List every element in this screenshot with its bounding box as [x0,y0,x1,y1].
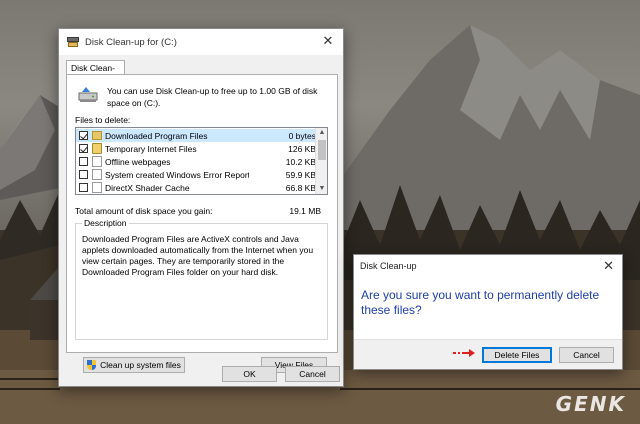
folder-icon [92,131,102,140]
description-legend: Description [82,218,129,228]
list-item[interactable]: Temporary Internet Files 126 KB [76,142,316,155]
files-to-delete-label: Files to delete: [75,115,131,125]
disk-cleanup-icon [67,37,79,47]
close-icon[interactable]: ✕ [603,258,614,274]
window-title: Disk Clean-up for (C:) [85,36,177,48]
cancel-button[interactable]: Cancel [285,366,340,382]
watermark-logo: GENK [555,392,626,416]
webpage-icon [92,156,102,167]
title-bar[interactable]: Disk Clean-up for (C:) ✕ [59,29,343,55]
confirm-dialog: Disk Clean-up ✕ Are you sure you want to… [353,254,623,370]
dialog-title: Disk Clean-up [360,261,417,271]
description-group: Description Downloaded Program Files are… [75,218,328,340]
close-icon[interactable]: ✕ [321,34,335,49]
list-item[interactable]: Offline webpages 10.2 KB [76,155,316,168]
ok-button[interactable]: OK [222,366,277,382]
dialog-footer: Delete Files Cancel [354,339,622,369]
document-icon [92,182,102,193]
checkbox[interactable] [79,157,88,166]
total-value: 19.1 MB [289,206,321,216]
shield-icon [87,360,97,370]
checkbox[interactable] [79,183,88,192]
checkbox[interactable] [79,144,88,153]
checkbox[interactable] [79,170,88,179]
delete-files-button[interactable]: Delete Files [482,347,552,363]
arrow-right-icon [453,349,475,357]
description-text: Downloaded Program Files are ActiveX con… [82,234,314,277]
total-label: Total amount of disk space you gain: [75,206,213,216]
scroll-thumb[interactable] [318,140,326,160]
drive-icon [78,87,98,102]
lock-icon [92,143,102,154]
dialog-message: Are you sure you want to permanently del… [361,288,600,317]
disk-cleanup-panel: You can use Disk Clean-up to free up to … [66,74,338,373]
list-item[interactable]: DirectX Shader Cache 66.8 KB [76,181,316,194]
clean-up-system-files-button[interactable]: Clean up system files [83,357,185,373]
scroll-up-icon[interactable]: ▲ [316,128,327,138]
list-item[interactable]: Downloaded Program Files 0 bytes [76,129,316,142]
dialog-cancel-button[interactable]: Cancel [559,347,614,363]
files-list[interactable]: Downloaded Program Files 0 bytes Tempora… [75,127,328,195]
document-icon [92,169,102,180]
list-item[interactable]: System created Windows Error Reporti... … [76,168,316,181]
files-scrollbar[interactable]: ▲ ▼ [315,128,327,194]
tab-disk-cleanup[interactable]: Disk Clean-up [66,60,125,87]
scroll-down-icon[interactable]: ▼ [316,184,327,194]
disk-cleanup-window: Disk Clean-up for (C:) ✕ Disk Clean-up Y… [58,28,344,387]
intro-text: You can use Disk Clean-up to free up to … [107,86,318,108]
checkbox[interactable] [79,131,88,140]
